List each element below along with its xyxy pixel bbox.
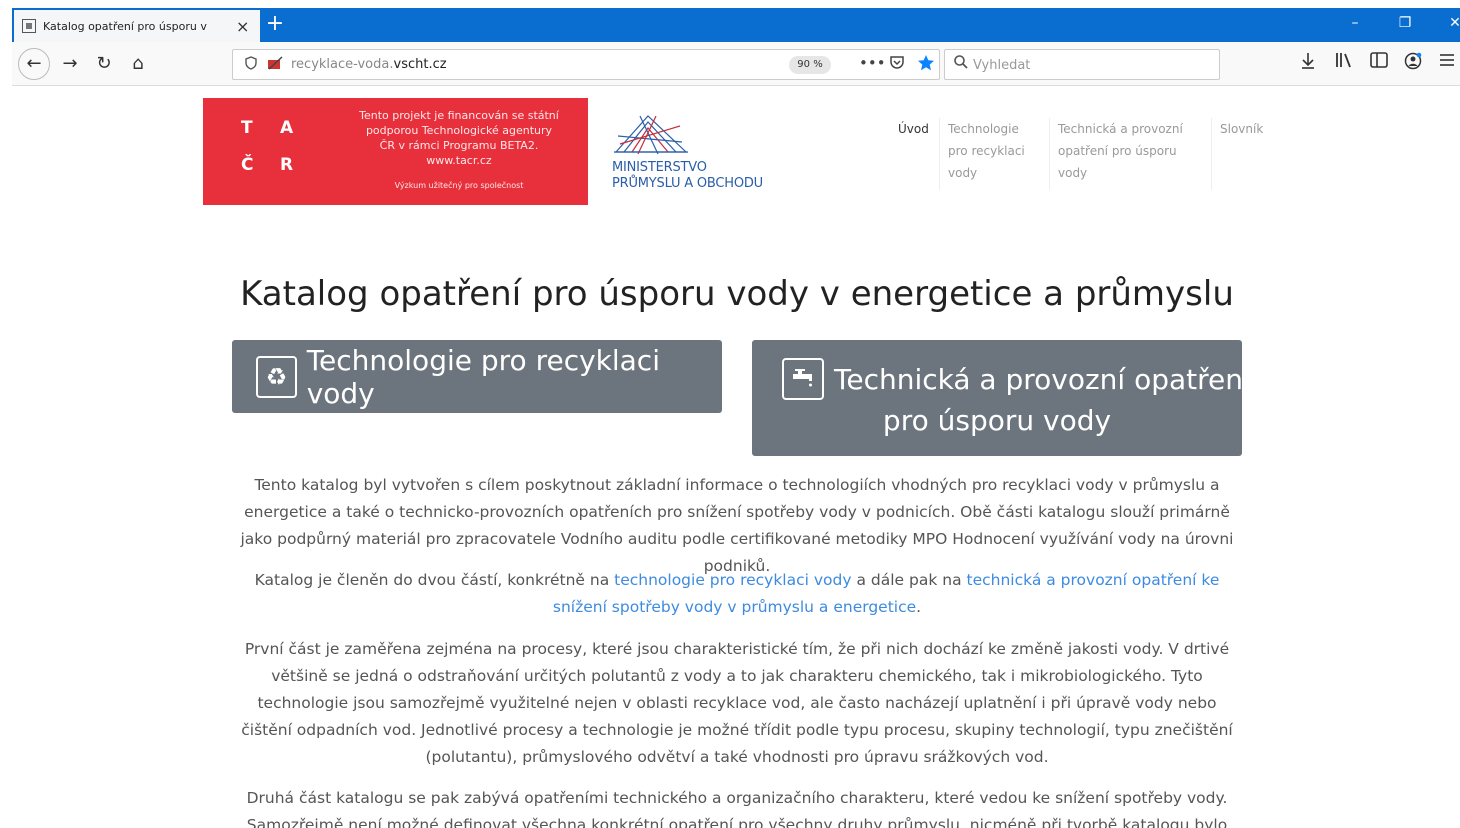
sidebar-icon[interactable] xyxy=(1370,52,1388,72)
browser-tab[interactable]: Katalog opatření pro úsporu v × xyxy=(14,10,260,42)
menu-icon[interactable] xyxy=(1440,52,1454,71)
nav-item-opatreni[interactable]: Technická a provozní opatření pro úsporu… xyxy=(1050,118,1212,190)
page-title: Katalog opatření pro úsporu vody v energ… xyxy=(240,274,1234,314)
structure-paragraph: Katalog je členěn do dvou částí, konkrét… xyxy=(254,571,1220,616)
download-icon[interactable] xyxy=(1300,52,1316,74)
tacr-banner[interactable]: T A Č R Tento projekt je financován se s… xyxy=(203,98,588,205)
library-icon[interactable] xyxy=(1335,52,1353,72)
pocket-icon[interactable] xyxy=(889,54,905,74)
new-tab-button[interactable]: + xyxy=(260,10,290,40)
tab-title: Katalog opatření pro úsporu v xyxy=(43,19,207,33)
nav-item-slovnik[interactable]: Slovník xyxy=(1212,118,1282,190)
page-actions-button[interactable]: ••• xyxy=(859,54,886,72)
second-part-paragraph: Druhá část katalogu se pak zabývá opatře… xyxy=(246,789,1228,828)
minimize-button[interactable]: – xyxy=(1332,8,1378,42)
restore-button[interactable]: ❐ xyxy=(1382,8,1428,42)
forward-button[interactable]: → xyxy=(56,50,84,78)
mpo-logo-line2: PRŮMYSLU A OBCHODU xyxy=(612,176,763,191)
intro-paragraph: Tento katalog byl vytvořen s cílem posky… xyxy=(240,476,1234,575)
first-part-paragraph: První část je zaměřena zejména na proces… xyxy=(241,640,1233,766)
home-button[interactable]: ⌂ xyxy=(124,50,152,78)
search-bar[interactable] xyxy=(944,49,1220,80)
banner-text: Tento projekt je financován se státní po… xyxy=(359,109,559,167)
mpo-emblem-icon xyxy=(614,115,688,155)
site-nav: Úvod Technologie pro recyklaci vody Tech… xyxy=(890,118,1282,190)
nav-item-uvod[interactable]: Úvod xyxy=(890,118,940,190)
reload-button[interactable]: ↻ xyxy=(90,50,118,78)
tacr-letter-a: A xyxy=(280,118,294,138)
browser-toolbar: ← → ↻ ⌂ recyklace-voda.vscht.cz 90 % ••• xyxy=(12,42,1460,86)
technical-measures-button[interactable]: Technická a provozní opatření pro úsporu… xyxy=(752,340,1251,456)
banner-tagline: Výzkum užitečný pro společnost xyxy=(394,181,524,190)
back-button[interactable]: ← xyxy=(18,48,50,80)
bookmark-star-icon[interactable] xyxy=(917,54,935,76)
url-text: recyklace-voda.vscht.cz xyxy=(291,57,447,72)
technologies-link[interactable]: technologie pro recyklaci vody xyxy=(614,571,851,589)
browser-titlebar: Katalog opatření pro úsporu v × + – ❐ ✕ xyxy=(12,8,1460,42)
tab-close-icon[interactable]: × xyxy=(236,17,249,36)
url-bar[interactable]: recyklace-voda.vscht.cz 90 % ••• xyxy=(232,49,940,80)
site-permissions-icon[interactable] xyxy=(267,56,283,74)
tacr-letter-c: Č xyxy=(241,155,254,175)
tab-favicon-icon xyxy=(22,19,36,33)
nav-item-technologie[interactable]: Technologie pro recyklaci vody xyxy=(940,118,1050,190)
account-icon[interactable] xyxy=(1404,52,1422,74)
search-icon xyxy=(953,54,969,74)
shield-icon[interactable] xyxy=(245,56,257,74)
recycling-technologies-button[interactable]: ♻ Technologie pro recyklaci vody xyxy=(232,340,722,413)
mpo-logo[interactable]: MINISTERSTVO PRŮMYSLU A OBCHODU xyxy=(610,112,780,197)
search-input[interactable] xyxy=(973,54,1213,76)
tacr-letter-t: T xyxy=(241,118,253,138)
recycling-button-label: Technologie pro recyklaci vody xyxy=(306,343,660,410)
technical-button-line1: Technická a provozní opatření xyxy=(834,362,1251,396)
close-window-button[interactable]: ✕ xyxy=(1432,8,1460,42)
mpo-logo-line1: MINISTERSTVO xyxy=(612,160,707,175)
faucet-icon xyxy=(782,358,824,400)
zoom-indicator[interactable]: 90 % xyxy=(789,56,831,74)
technical-button-line2: pro úsporu vody xyxy=(882,404,1112,437)
recycle-icon: ♻ xyxy=(256,355,297,398)
tacr-letter-r: R xyxy=(280,155,294,175)
